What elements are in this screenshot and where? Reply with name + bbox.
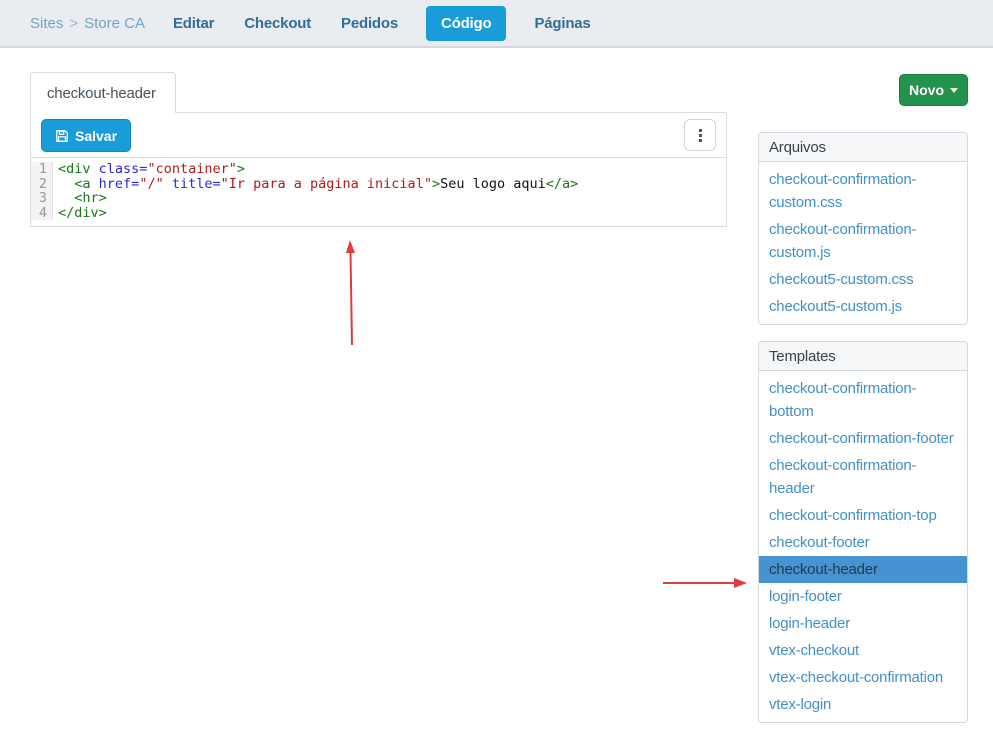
top-navbar: Sites > Store CA Editar Checkout Pedidos… (0, 0, 993, 48)
code-line[interactable]: <a href="/" title="Ir para a página inic… (58, 177, 726, 192)
file-link[interactable]: checkout5-custom.css (759, 266, 967, 293)
editor-gutter: 1234 (31, 162, 53, 220)
line-number: 2 (31, 177, 47, 192)
save-button-label: Salvar (75, 128, 117, 144)
arquivos-panel: Arquivos checkout-confirmation-custom.cs… (758, 132, 968, 325)
file-link[interactable]: checkout5-custom.js (759, 293, 967, 320)
caret-down-icon (950, 88, 958, 93)
code-line[interactable]: </div> (58, 206, 726, 221)
tab-pedidos[interactable]: Pedidos (339, 6, 400, 41)
arrow-up-icon (346, 240, 355, 345)
editor-panel: Salvar 1234 <div class="container"> <a h… (30, 112, 727, 227)
line-number: 1 (31, 162, 47, 177)
save-button[interactable]: Salvar (41, 119, 131, 152)
editor-file-tab-label: checkout-header (47, 85, 156, 102)
template-link[interactable]: login-header (759, 610, 967, 637)
template-link[interactable]: vtex-checkout (759, 637, 967, 664)
line-number: 4 (31, 206, 47, 221)
floppy-disk-icon (55, 129, 69, 143)
more-options-button[interactable] (684, 119, 716, 151)
breadcrumb-sites-link[interactable]: Sites (30, 15, 63, 32)
tab-editar[interactable]: Editar (171, 6, 216, 41)
kebab-vertical-icon (699, 129, 702, 142)
breadcrumb: Sites > Store CA (30, 15, 145, 32)
arrow-right-icon (663, 578, 747, 588)
arquivos-list: checkout-confirmation-custom.csscheckout… (759, 162, 967, 324)
template-link-selected[interactable]: checkout-header (759, 556, 967, 583)
tab-paginas[interactable]: Páginas (532, 6, 592, 41)
templates-panel: Templates checkout-confirmation-bottomch… (758, 341, 968, 723)
template-link[interactable]: vtex-checkout-confirmation (759, 664, 967, 691)
template-link[interactable]: checkout-confirmation-bottom (759, 375, 967, 425)
template-link[interactable]: checkout-confirmation-top (759, 502, 967, 529)
line-number: 3 (31, 191, 47, 206)
arquivos-panel-header: Arquivos (759, 133, 967, 162)
template-link[interactable]: checkout-confirmation-header (759, 452, 967, 502)
code-line[interactable]: <hr> (58, 191, 726, 206)
code-line[interactable]: <div class="container"> (58, 162, 726, 177)
template-link[interactable]: login-footer (759, 583, 967, 610)
file-link[interactable]: checkout-confirmation-custom.css (759, 166, 967, 216)
tab-codigo-active[interactable]: Código (426, 6, 506, 41)
page: Sites > Store CA Editar Checkout Pedidos… (0, 0, 993, 754)
tab-checkout[interactable]: Checkout (242, 6, 313, 41)
templates-list: checkout-confirmation-bottomcheckout-con… (759, 371, 967, 722)
template-link[interactable]: checkout-footer (759, 529, 967, 556)
editor-toolbar: Salvar (31, 113, 726, 158)
editor-code[interactable]: <div class="container"> <a href="/" titl… (53, 162, 726, 220)
editor-file-tab[interactable]: checkout-header (30, 72, 176, 113)
template-link[interactable]: vtex-login (759, 691, 967, 718)
breadcrumb-store-link[interactable]: Store CA (84, 15, 145, 32)
file-link[interactable]: checkout-confirmation-custom.js (759, 216, 967, 266)
breadcrumb-separator: > (69, 15, 78, 32)
novo-button[interactable]: Novo (899, 74, 968, 106)
templates-panel-header: Templates (759, 342, 967, 371)
template-link[interactable]: checkout-confirmation-footer (759, 425, 967, 452)
code-editor[interactable]: 1234 <div class="container"> <a href="/"… (31, 158, 726, 226)
novo-button-label: Novo (909, 82, 944, 98)
